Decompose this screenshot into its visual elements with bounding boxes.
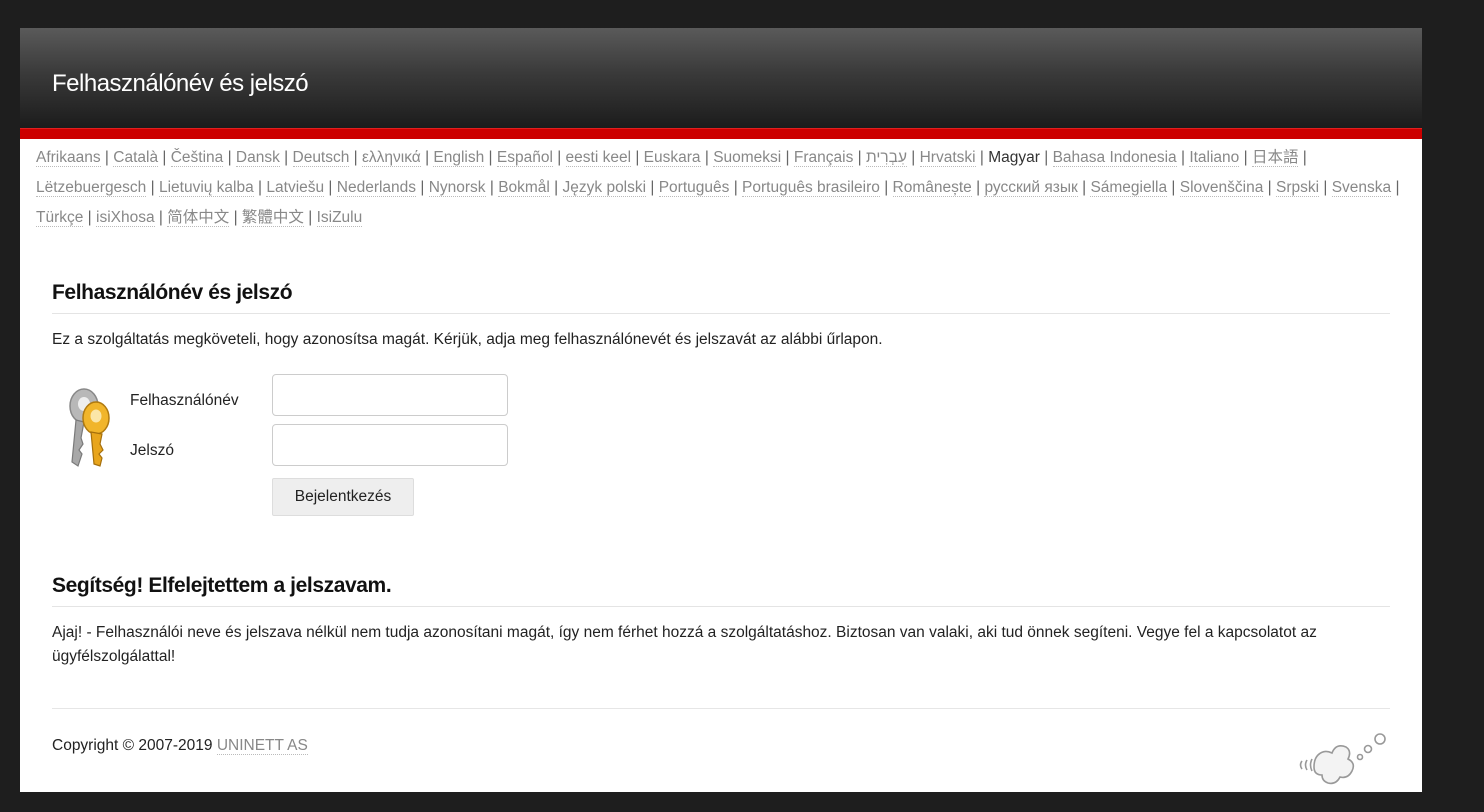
language-link[interactable]: 日本語 — [1251, 149, 1299, 167]
username-input[interactable] — [272, 374, 508, 416]
language-separator: | — [154, 209, 168, 226]
language-link[interactable]: русский язык — [984, 179, 1078, 197]
language-link[interactable]: Srpski — [1275, 179, 1320, 197]
language-separator: | — [324, 179, 337, 196]
language-separator: | — [279, 149, 293, 166]
help-text: Ajaj! - Felhasználói neve és jelszava né… — [52, 624, 1317, 665]
language-current: Magyar — [988, 149, 1040, 166]
language-link[interactable]: 繁體中文 — [241, 209, 304, 227]
language-separator: | — [729, 179, 743, 196]
language-link[interactable]: Português — [658, 179, 730, 197]
language-link[interactable]: IsiZulu — [316, 209, 363, 227]
language-link[interactable]: Čeština — [170, 149, 224, 167]
login-form: Felhasználónév Jelszó Bejelentkezés — [52, 374, 1390, 524]
language-link[interactable]: Nederlands — [336, 179, 417, 197]
language-link[interactable]: עִבְרִית — [865, 149, 907, 167]
language-link[interactable]: Dansk — [235, 149, 280, 167]
language-link[interactable]: Slovenščina — [1179, 179, 1264, 197]
language-separator: | — [1298, 149, 1307, 166]
language-separator: | — [484, 149, 497, 166]
language-link[interactable]: ελληνικά — [362, 149, 421, 167]
language-bar: Afrikaans | Català | Čeština | Dansk | D… — [20, 139, 1422, 233]
language-separator: | — [1176, 149, 1190, 166]
company-link[interactable]: UNINETT AS — [216, 737, 308, 755]
language-separator: | — [253, 179, 267, 196]
language-link[interactable]: Euskara — [643, 149, 701, 167]
language-link[interactable]: Românește — [892, 179, 972, 197]
language-separator: | — [1319, 179, 1332, 196]
language-separator: | — [158, 149, 171, 166]
language-link[interactable]: isiXhosa — [96, 209, 155, 227]
language-separator: | — [229, 209, 242, 226]
language-separator: | — [853, 149, 866, 166]
language-separator: | — [349, 149, 363, 166]
language-link[interactable]: Español — [496, 149, 553, 167]
copyright-text: Copyright © 2007-2019 — [52, 737, 213, 754]
language-separator: | — [631, 149, 644, 166]
password-label: Jelszó — [130, 442, 174, 459]
language-separator: | — [700, 149, 714, 166]
password-input[interactable] — [272, 424, 508, 466]
language-link[interactable]: Português brasileiro — [742, 179, 880, 197]
keys-icon — [69, 388, 110, 467]
language-link[interactable]: English — [433, 149, 485, 167]
language-separator: | — [1039, 149, 1053, 166]
login-intro: Ez a szolgáltatás megköveteli, hogy azon… — [52, 331, 883, 348]
header-accent-bar — [20, 128, 1422, 139]
language-link[interactable]: Suomeksi — [713, 149, 782, 167]
language-separator: | — [420, 149, 434, 166]
language-separator: | — [879, 179, 893, 196]
page-header: Felhasználónév és jelszó — [20, 28, 1422, 128]
login-button[interactable]: Bejelentkezés — [272, 478, 414, 516]
language-link[interactable]: eesti keel — [565, 149, 632, 167]
header-title: Felhasználónév és jelszó — [52, 70, 309, 97]
footer: Copyright © 2007-2019 UNINETT AS — [52, 708, 1390, 792]
language-link[interactable]: Deutsch — [292, 149, 350, 167]
language-link[interactable]: Bahasa Indonesia — [1052, 149, 1177, 167]
language-separator: | — [100, 149, 114, 166]
language-separator: | — [975, 149, 989, 166]
language-separator: | — [1167, 179, 1180, 196]
language-link[interactable]: Türkçe — [36, 209, 84, 227]
language-separator: | — [906, 149, 920, 166]
language-separator: | — [971, 179, 985, 196]
language-separator: | — [146, 179, 159, 196]
language-separator: | — [1239, 149, 1252, 166]
language-separator: | — [549, 179, 563, 196]
language-separator: | — [646, 179, 659, 196]
language-link[interactable]: Hrvatski — [919, 149, 976, 167]
language-separator: | — [1263, 179, 1276, 196]
language-separator: | — [1077, 179, 1091, 196]
login-heading: Felhasználónév és jelszó — [52, 281, 1390, 314]
language-link[interactable]: Latviešu — [266, 179, 325, 197]
language-separator: | — [781, 149, 794, 166]
language-link[interactable]: Afrikaans — [36, 149, 101, 167]
language-link[interactable]: Italiano — [1189, 149, 1240, 167]
language-link[interactable]: Nynorsk — [428, 179, 486, 197]
language-link[interactable]: Svenska — [1331, 179, 1392, 197]
language-link[interactable]: 简体中文 — [167, 209, 230, 227]
language-link[interactable]: Català — [113, 149, 159, 167]
language-separator: | — [303, 209, 317, 226]
help-heading: Segítség! Elfelejtettem a jelszavam. — [52, 574, 1390, 607]
language-link[interactable]: Język polski — [562, 179, 647, 197]
language-separator: | — [485, 179, 499, 196]
language-link[interactable]: Lëtzebuergesch — [36, 179, 147, 197]
language-separator: | — [552, 149, 566, 166]
language-separator: | — [83, 209, 97, 226]
page-container: Felhasználónév és jelszó Afrikaans | Cat… — [20, 28, 1422, 792]
main-content: Felhasználónév és jelszó Ez a szolgáltat… — [20, 281, 1422, 669]
copyright: Copyright © 2007-2019 UNINETT AS — [52, 737, 308, 755]
language-link[interactable]: Bokmål — [498, 179, 550, 197]
language-separator: | — [1391, 179, 1400, 196]
language-separator: | — [223, 149, 236, 166]
language-link[interactable]: Français — [793, 149, 854, 167]
language-link[interactable]: Lietuvių kalba — [158, 179, 254, 197]
language-link[interactable]: Sámegiella — [1090, 179, 1168, 197]
language-separator: | — [416, 179, 429, 196]
username-label: Felhasználónév — [130, 392, 239, 409]
simplesamlphp-logo — [1299, 733, 1386, 785]
